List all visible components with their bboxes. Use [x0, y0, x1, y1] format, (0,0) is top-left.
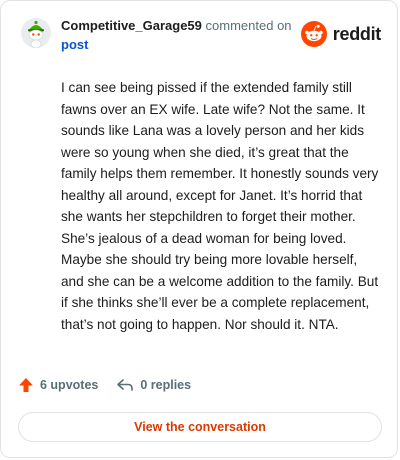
- upvote-count: 6 upvotes: [40, 378, 99, 392]
- commented-on-text: commented on: [205, 18, 292, 33]
- comment-embed-card: Competitive_Garage59 commented on post r…: [0, 0, 398, 458]
- comment-actions: 6 upvotes 0 replies: [18, 377, 209, 393]
- comment-header: Competitive_Garage59 commented on post: [61, 16, 301, 54]
- reply-arrow-icon: [117, 379, 134, 391]
- reddit-wordmark: reddit: [332, 23, 382, 44]
- reddit-snoo-icon: [300, 21, 327, 47]
- reply-button[interactable]: 0 replies: [116, 377, 191, 393]
- view-conversation-button[interactable]: View the conversation: [18, 412, 382, 442]
- upvote-arrow-icon: [19, 378, 33, 392]
- user-avatar[interactable]: [21, 18, 51, 49]
- username-link[interactable]: Competitive_Garage59: [61, 18, 202, 33]
- post-link[interactable]: post: [61, 37, 88, 52]
- reply-count: 0 replies: [140, 378, 192, 392]
- reddit-logo[interactable]: reddit: [300, 21, 382, 47]
- snoo-avatar-icon: [21, 18, 51, 49]
- upvote-button[interactable]: 6 upvotes: [18, 377, 98, 393]
- comment-body: I can see being pissed if the extended f…: [61, 80, 379, 332]
